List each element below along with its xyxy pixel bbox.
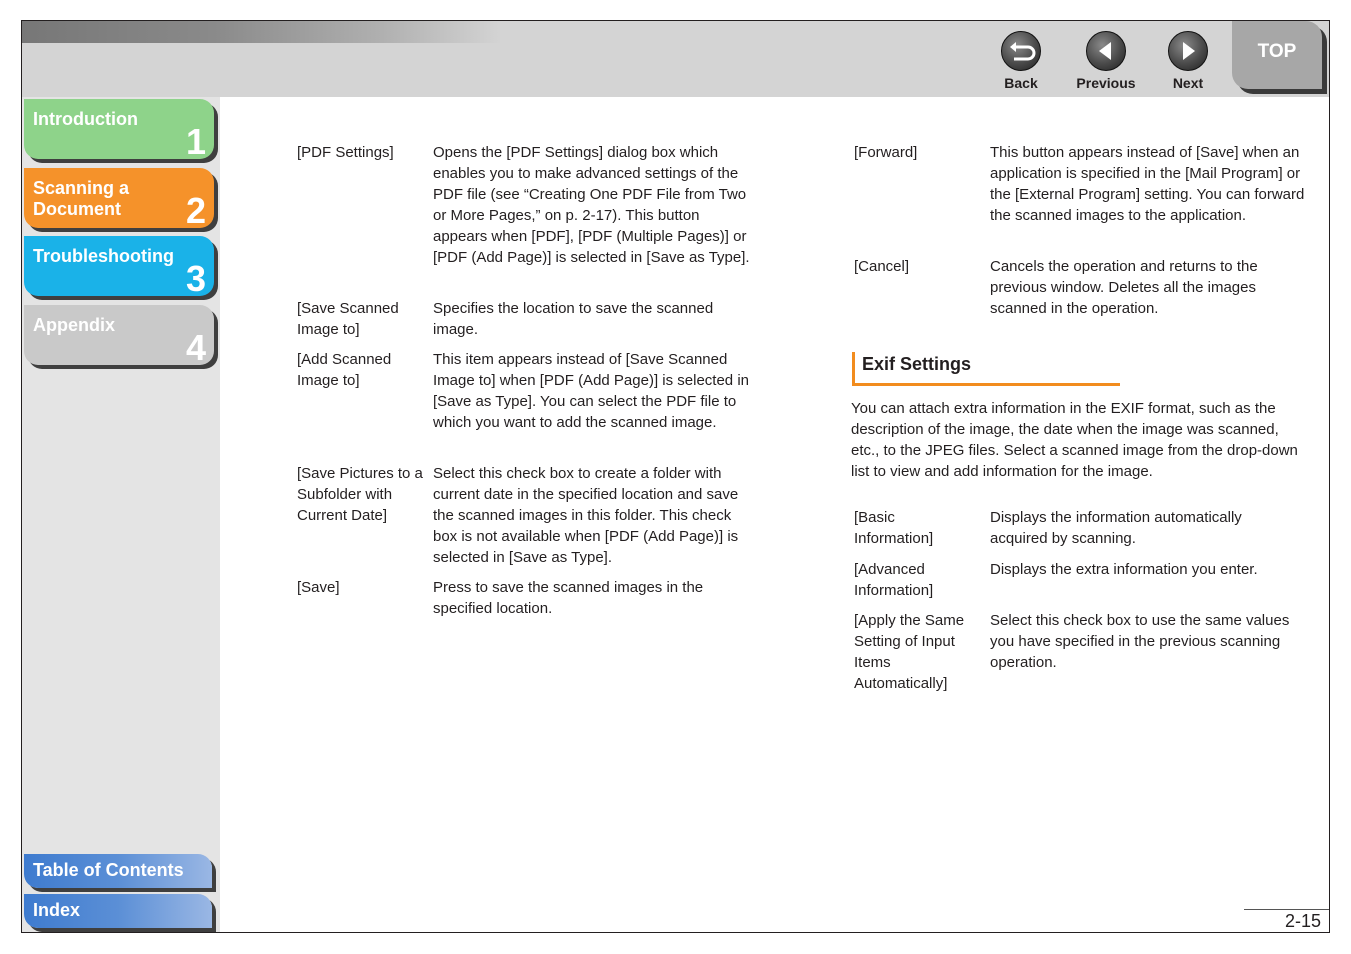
description: Press to save the scanned images in the … bbox=[433, 579, 704, 617]
next-label: Next bbox=[1172, 75, 1204, 91]
index-button[interactable]: Index bbox=[24, 894, 212, 928]
term: [Basic Information] bbox=[854, 509, 934, 547]
top-label: TOP bbox=[1257, 41, 1297, 62]
content-area: [PDF Settings] Opens the [PDF Settings] … bbox=[220, 97, 1329, 932]
description: This item appears instead of [Save Scann… bbox=[433, 351, 749, 431]
exif-settings-heading: Exif Settings bbox=[852, 352, 1120, 386]
page-number-rule bbox=[1244, 909, 1329, 910]
table-of-contents-button[interactable]: Table of Contents bbox=[24, 854, 212, 888]
triangle-left-icon bbox=[1086, 31, 1126, 71]
chapter-tab-appendix[interactable]: Appendix 4 bbox=[24, 305, 214, 368]
chapter-tab-introduction[interactable]: Introduction 1 bbox=[24, 99, 214, 162]
header-gradient bbox=[22, 21, 502, 43]
top-bar: Back Previous Next TOP bbox=[22, 21, 1329, 97]
description: Displays the extra information you enter… bbox=[990, 561, 1258, 578]
description: Select this check box to use the same va… bbox=[990, 612, 1290, 671]
exif-intro-paragraph: You can attach extra information in the … bbox=[851, 400, 1298, 480]
next-button[interactable]: Next bbox=[1153, 31, 1223, 91]
chapter-number: 4 bbox=[185, 327, 206, 368]
back-arrow-icon bbox=[1001, 31, 1041, 71]
chapter-label: Appendix bbox=[33, 315, 116, 335]
chapter-label: Introduction bbox=[33, 109, 138, 129]
back-button[interactable]: Back bbox=[986, 31, 1056, 91]
previous-button[interactable]: Previous bbox=[1071, 31, 1141, 91]
chapter-tab-troubleshooting[interactable]: Troubleshooting 3 bbox=[24, 236, 214, 299]
term: [Apply the Same Setting of Input Items A… bbox=[854, 612, 965, 692]
chapter-tab-scanning[interactable]: Scanning a Document 2 bbox=[24, 168, 214, 231]
back-label: Back bbox=[1004, 75, 1038, 91]
heading-text: Exif Settings bbox=[862, 354, 972, 374]
term: [Advanced Information] bbox=[854, 561, 934, 599]
page-number: 2-15 bbox=[1284, 911, 1321, 931]
description: Select this check box to create a folder… bbox=[433, 465, 739, 566]
sidebar: Introduction 1 Scanning a Document 2 Tro… bbox=[22, 97, 220, 932]
chapter-number: 3 bbox=[185, 258, 206, 299]
previous-label: Previous bbox=[1076, 75, 1136, 91]
term: [Save Pictures to a Subfolder with Curre… bbox=[297, 465, 423, 524]
chapter-label: Troubleshooting bbox=[33, 246, 174, 266]
description: Opens the [PDF Settings] dialog box whic… bbox=[433, 144, 750, 266]
description: Cancels the operation and returns to the… bbox=[990, 258, 1258, 317]
term: [Cancel] bbox=[854, 258, 910, 275]
term: [Save Scanned Image to] bbox=[297, 300, 399, 338]
term: [Save] bbox=[297, 579, 340, 596]
chapter-number: 1 bbox=[185, 121, 206, 162]
toc-label: Table of Contents bbox=[33, 860, 184, 880]
term: [PDF Settings] bbox=[297, 144, 394, 161]
description: Specifies the location to save the scann… bbox=[433, 300, 714, 338]
term: [Forward] bbox=[854, 144, 918, 161]
chapter-number: 2 bbox=[185, 190, 206, 231]
chapter-label: Scanning a Document bbox=[33, 178, 130, 219]
term: [Add Scanned Image to] bbox=[297, 351, 392, 389]
description: This button appears instead of [Save] wh… bbox=[990, 144, 1305, 224]
page-frame: Back Previous Next TOP Introduction 1 Sc… bbox=[21, 20, 1330, 933]
description: Displays the information automatically a… bbox=[990, 509, 1242, 547]
top-button[interactable]: TOP bbox=[1232, 21, 1322, 89]
index-label: Index bbox=[33, 900, 81, 920]
triangle-right-icon bbox=[1168, 31, 1208, 71]
